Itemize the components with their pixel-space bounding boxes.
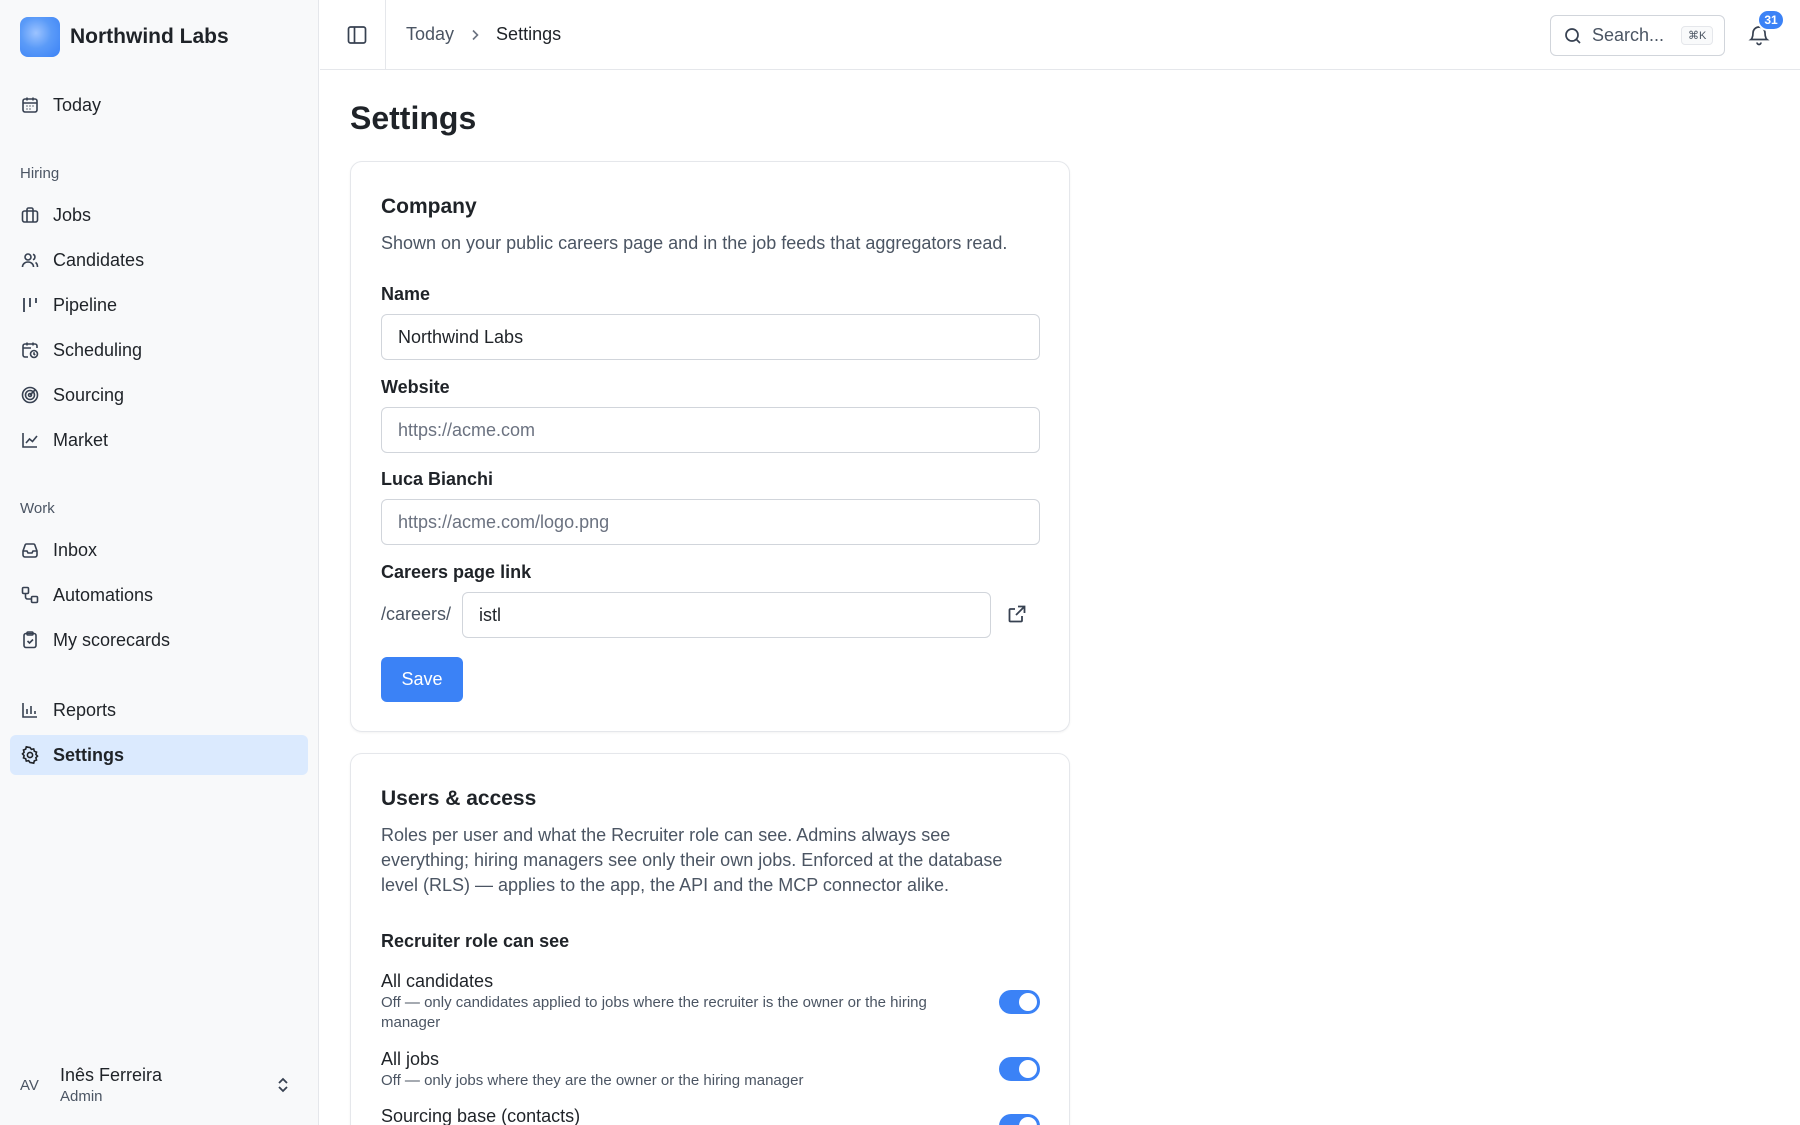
- calendar-clock-icon: [22, 342, 39, 359]
- sidebar: Northwind Labs Today Hiring Jobs Candida…: [0, 0, 319, 1125]
- notification-badge: 31: [1757, 9, 1785, 31]
- sidebar-item-scheduling[interactable]: Scheduling: [10, 330, 308, 370]
- permission-description: Off — only jobs where they are the owner…: [381, 1072, 804, 1089]
- breadcrumb-settings: Settings: [496, 24, 562, 44]
- users-access-title: Users & access: [381, 787, 537, 810]
- user-role: Admin: [60, 1088, 103, 1105]
- permission-title: Sourcing base (contacts): [381, 1106, 581, 1125]
- sidebar-item-label: Sourcing: [53, 384, 125, 405]
- all-jobs-toggle[interactable]: [999, 1057, 1040, 1081]
- permission-description: Off — only candidates applied to jobs wh…: [381, 994, 927, 1031]
- permission-title: All jobs: [381, 1049, 440, 1069]
- sidebar-item-my-scorecards[interactable]: My scorecards: [10, 620, 308, 660]
- company-card: Company Shown on your public careers pag…: [350, 161, 1070, 732]
- sidebar-item-market[interactable]: Market: [10, 420, 308, 460]
- brand[interactable]: Northwind Labs: [20, 17, 229, 57]
- sidebar-item-label: Jobs: [53, 204, 92, 225]
- search-shortcut: ⌘K: [1681, 26, 1714, 45]
- recruiter-heading: Recruiter role can see: [381, 931, 570, 951]
- sidebar-item-today[interactable]: Today: [10, 85, 308, 125]
- sidebar-item-jobs[interactable]: Jobs: [10, 195, 308, 235]
- topbar-divider: [385, 0, 386, 70]
- breadcrumb-today[interactable]: Today: [406, 24, 454, 45]
- user-menu[interactable]: AV Inês Ferreira Admin: [20, 1057, 300, 1113]
- careers-prefix: /careers/: [381, 604, 452, 624]
- clipboard-check-icon: [23, 631, 37, 649]
- sidebar-item-pipeline[interactable]: Pipeline: [10, 285, 308, 325]
- sidebar-item-label: Reports: [53, 699, 117, 720]
- company-title: Company: [381, 195, 477, 218]
- chevron-right-icon: [472, 29, 479, 40]
- sidebar-item-label: Market: [53, 429, 109, 450]
- external-link-icon[interactable]: [1006, 603, 1028, 625]
- nav-section-hiring: Hiring: [20, 165, 60, 182]
- users-access-description: Roles per user and what the Recruiter ro…: [381, 825, 1003, 895]
- sidebar-item-label: My scorecards: [53, 629, 171, 650]
- logo-label: Luca Bianchi: [381, 469, 494, 489]
- careers-link-label: Careers page link: [381, 562, 532, 582]
- users-access-card: Users & access Roles per user and what t…: [350, 753, 1070, 1125]
- search-placeholder: Search...: [1592, 25, 1665, 45]
- sidebar-item-label: Inbox: [53, 539, 98, 560]
- avatar: AV: [20, 1076, 39, 1094]
- brand-name: Northwind Labs: [70, 25, 229, 48]
- bar-chart-icon: [22, 703, 37, 718]
- sidebar-item-label: Candidates: [53, 249, 145, 270]
- website-label: Website: [381, 377, 450, 397]
- sidebar-item-sourcing[interactable]: Sourcing: [10, 375, 308, 415]
- sidebar-item-label: Settings: [53, 744, 125, 765]
- company-description: Shown on your public careers page and in…: [381, 233, 1008, 253]
- search-icon: [1565, 27, 1581, 44]
- sourcing-base-toggle[interactable]: [999, 1114, 1040, 1125]
- breadcrumb: Today Settings: [406, 24, 561, 45]
- user-name: Inês Ferreira: [60, 1065, 163, 1085]
- radar-icon: [21, 386, 39, 404]
- sidebar-item-automations[interactable]: Automations: [10, 575, 308, 615]
- website-input[interactable]: [381, 407, 1040, 453]
- chevron-up-down-icon: [278, 1077, 288, 1093]
- nav-section-work: Work: [20, 500, 55, 517]
- topbar: Today Settings Search... ⌘K 31: [320, 0, 1800, 70]
- sidebar-item-label: Today: [53, 94, 102, 115]
- sidebar-item-label: Pipeline: [53, 294, 118, 315]
- pipeline-icon: [23, 298, 37, 312]
- users-icon: [21, 253, 39, 268]
- name-label: Name: [381, 284, 431, 304]
- line-chart-icon: [22, 433, 38, 448]
- careers-slug-input[interactable]: [462, 592, 991, 638]
- name-input[interactable]: [381, 314, 1040, 360]
- sidebar-item-inbox[interactable]: Inbox: [10, 530, 308, 570]
- sidebar-item-candidates[interactable]: Candidates: [10, 240, 308, 280]
- sidebar-toggle-icon[interactable]: [346, 24, 368, 46]
- permission-title: All candidates: [381, 971, 494, 991]
- sidebar-item-label: Scheduling: [53, 339, 143, 360]
- all-candidates-toggle[interactable]: [999, 990, 1040, 1014]
- sidebar-item-label: Automations: [53, 584, 154, 605]
- briefcase-icon: [21, 207, 39, 223]
- calendar-icon: [22, 97, 38, 113]
- search-button[interactable]: Search... ⌘K: [1550, 15, 1725, 56]
- sidebar-item-settings[interactable]: Settings: [10, 735, 308, 775]
- logo-url-input[interactable]: [381, 499, 1040, 545]
- page-title: Settings: [350, 100, 477, 136]
- workflow-icon: [21, 586, 39, 604]
- save-button[interactable]: Save: [381, 657, 463, 702]
- brand-logo: [20, 17, 60, 57]
- gear-icon: [21, 745, 39, 765]
- sidebar-item-reports[interactable]: Reports: [10, 690, 308, 730]
- inbox-icon: [22, 543, 38, 558]
